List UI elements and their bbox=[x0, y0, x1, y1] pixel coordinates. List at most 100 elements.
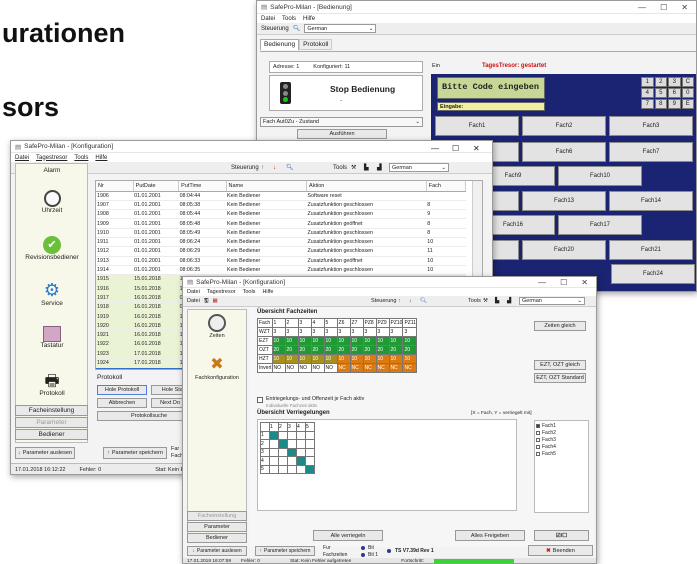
fach-zustand-select[interactable]: Fach Aut0Zu - Zustand ⌄ bbox=[260, 117, 423, 127]
sidebar-item-zeiten[interactable]: Zeiten bbox=[188, 314, 246, 339]
fz-cell[interactable]: NC bbox=[349, 363, 364, 373]
parameter-button[interactable]: Parameter bbox=[187, 522, 247, 532]
sidebar-item-revisionsbediener[interactable]: ✔ Revisionsbediener bbox=[16, 236, 88, 261]
table-row[interactable]: 1906 01.01.2001 08:04:44 Kein Bediener Softw… bbox=[96, 191, 466, 201]
checkbox[interactable] bbox=[536, 437, 540, 442]
ve-cell[interactable] bbox=[269, 447, 279, 457]
fz-cell[interactable]: 3 bbox=[349, 327, 364, 337]
search-icon[interactable]: 🔍︎ bbox=[420, 298, 427, 304]
fz-cell[interactable]: 3 bbox=[375, 327, 390, 337]
keypad-key[interactable]: 6 bbox=[668, 88, 681, 98]
bediener-button[interactable]: Bediener bbox=[15, 429, 88, 440]
keypad-key[interactable]: 2 bbox=[654, 77, 667, 87]
bediener-button[interactable]: Bediener bbox=[187, 533, 247, 543]
ve-cell[interactable] bbox=[296, 430, 306, 440]
parameter-auslesen-button[interactable]: ↓ Parameter auslesen bbox=[15, 447, 75, 459]
fach-button[interactable]: Fach17 bbox=[558, 215, 642, 235]
tool-icon-2[interactable]: ▙ bbox=[364, 164, 369, 171]
table-row[interactable]: 1907 01.01.2001 08:05:38 Kein Bediener Zusat… bbox=[96, 200, 466, 211]
fz-cell[interactable]: 20 bbox=[323, 345, 338, 355]
ve-cell[interactable] bbox=[278, 439, 288, 449]
fz-cell[interactable]: 20 bbox=[402, 345, 418, 355]
ve-cell[interactable] bbox=[296, 439, 306, 449]
tab-protokoll[interactable]: Protokoll bbox=[299, 39, 333, 50]
fz-cell[interactable]: 3 bbox=[284, 327, 299, 337]
fz-cell[interactable]: 20 bbox=[310, 345, 325, 355]
fz-cell[interactable]: 10 bbox=[310, 336, 325, 346]
tool-icon-1[interactable]: ⚒ bbox=[483, 298, 488, 304]
ve-cell[interactable] bbox=[305, 447, 315, 457]
fz-cell[interactable]: 3 bbox=[323, 327, 338, 337]
fach-checkbox-item[interactable]: Fach5 bbox=[536, 450, 587, 457]
ve-cell[interactable] bbox=[287, 464, 297, 474]
menu-datei[interactable]: Datei bbox=[15, 155, 29, 161]
ve-cell[interactable] bbox=[278, 464, 288, 474]
fz-cell[interactable]: 10 bbox=[402, 354, 418, 364]
fz-cell[interactable]: NO bbox=[271, 363, 286, 373]
fz-cell[interactable]: NC bbox=[402, 363, 418, 373]
ve-cell[interactable] bbox=[305, 430, 315, 440]
checkbox[interactable] bbox=[536, 430, 540, 435]
alles-freigeben-button[interactable]: Alles Freigeben bbox=[455, 530, 525, 541]
maximize-icon[interactable]: ☐ bbox=[560, 278, 567, 287]
fz-cell[interactable]: 10 bbox=[388, 336, 404, 346]
ve-cell[interactable] bbox=[278, 447, 288, 457]
zeiten-gleich-button[interactable]: Zeiten gleich bbox=[534, 321, 586, 331]
fach-button[interactable]: Fach1 bbox=[435, 116, 519, 136]
keypad-key[interactable]: E bbox=[681, 99, 694, 109]
menu-hilfe[interactable]: Hilfe bbox=[303, 16, 315, 22]
sidebar-item-alarm[interactable]: Alarm bbox=[16, 167, 88, 174]
fz-cell[interactable]: 20 bbox=[336, 345, 351, 355]
checkbox[interactable] bbox=[536, 423, 540, 428]
close-icon[interactable]: ✕ bbox=[473, 144, 480, 153]
table-row[interactable]: 1909 01.01.2001 08:05:48 Kein Bediener Zusat… bbox=[96, 218, 466, 229]
column-header-putdate[interactable]: PutDate bbox=[133, 181, 180, 192]
tab-bedienung[interactable]: Bedienung bbox=[260, 39, 300, 50]
fach-button[interactable]: Fach13 bbox=[522, 191, 606, 211]
fz-cell[interactable]: NC bbox=[362, 363, 377, 373]
fach-button[interactable]: Fach21 bbox=[609, 240, 693, 260]
menu-tools[interactable]: Tools bbox=[243, 289, 256, 295]
eingabe-field[interactable]: Eingabe: bbox=[437, 102, 545, 111]
fz-cell[interactable]: 3 bbox=[402, 327, 418, 337]
menu-datei[interactable]: Datei bbox=[187, 289, 200, 295]
fz-cell[interactable]: 3 bbox=[271, 327, 286, 337]
fz-cell[interactable]: 3 bbox=[297, 327, 312, 337]
keypad-key[interactable]: 3 bbox=[668, 77, 681, 87]
keypad-key[interactable]: 8 bbox=[654, 99, 667, 109]
down-arrow-icon[interactable]: ↓ bbox=[273, 165, 276, 171]
ve-cell[interactable] bbox=[305, 456, 315, 466]
ve-cell[interactable] bbox=[269, 456, 279, 466]
column-header-aktion[interactable]: Aktion bbox=[306, 181, 427, 192]
column-header-fach[interactable]: Fach bbox=[426, 181, 467, 192]
fz-cell[interactable]: 10 bbox=[388, 354, 404, 364]
ve-cell[interactable] bbox=[269, 439, 279, 449]
fach-button[interactable]: Fach20 bbox=[522, 240, 606, 260]
down-arrow-icon[interactable]: ↓ bbox=[409, 298, 412, 304]
column-header-nr[interactable]: Nr bbox=[96, 181, 134, 192]
fz-cell[interactable]: 10 bbox=[375, 336, 390, 346]
sidebar-item-fachkonfiguration[interactable]: ✖ Fachkonfiguration bbox=[188, 356, 246, 381]
language-select[interactable]: German ⌄ bbox=[519, 297, 585, 305]
fz-cell[interactable]: NC bbox=[375, 363, 390, 373]
fz-cell[interactable]: 20 bbox=[375, 345, 390, 355]
alle-verriegeln-button[interactable]: Alle verriegeln bbox=[313, 530, 383, 541]
fz-cell[interactable]: 10 bbox=[297, 336, 312, 346]
ve-cell[interactable] bbox=[305, 464, 315, 474]
entriegel-checkbox[interactable] bbox=[257, 397, 263, 403]
fz-cell[interactable]: 3 bbox=[388, 327, 404, 337]
fach-button[interactable]: Fach3 bbox=[609, 116, 693, 136]
tool-icon-1[interactable]: ⚒ bbox=[351, 164, 356, 171]
hole-protokoll-button[interactable]: Hole Protokoll bbox=[97, 385, 147, 395]
ve-cell[interactable] bbox=[296, 447, 306, 457]
sidebar-item-uhrzeit[interactable]: Uhrzeit bbox=[16, 190, 88, 214]
menu-tagestresor[interactable]: Tagestresor bbox=[207, 289, 236, 295]
table-row[interactable]: 1910 01.01.2001 08:05:49 Kein Bediener Zusat… bbox=[96, 228, 466, 239]
keypad-key[interactable]: 9 bbox=[668, 99, 681, 109]
fz-cell[interactable]: 20 bbox=[362, 345, 377, 355]
tool-icon-3[interactable]: ▟ bbox=[377, 164, 382, 171]
fz-cell[interactable]: NC bbox=[336, 363, 351, 373]
column-header-puttime[interactable]: PutTime bbox=[178, 181, 227, 192]
maximize-icon[interactable]: ☐ bbox=[452, 144, 459, 153]
facheinstellung-button[interactable]: Facheinstellung bbox=[187, 511, 247, 521]
